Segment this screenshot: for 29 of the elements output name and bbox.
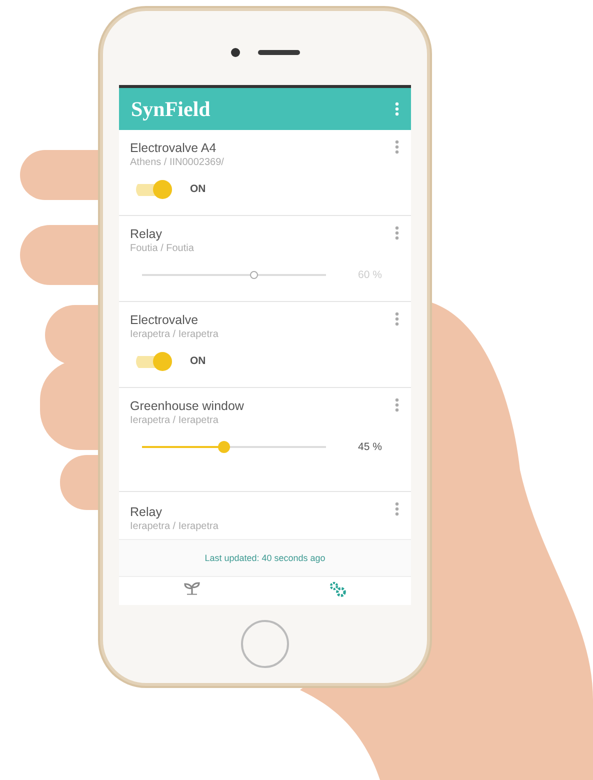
device-name: Relay — [130, 227, 163, 241]
camera-icon — [230, 48, 240, 56]
device-location: Ierapetra / Ierapetra — [130, 521, 220, 532]
switch-state: ON — [190, 183, 206, 195]
more-icon[interactable] — [395, 502, 399, 516]
device-location: Ierapetra / Ierapetra — [130, 329, 220, 340]
device-name: Electrovalve — [130, 313, 200, 327]
home-button[interactable] — [241, 620, 289, 668]
settings-icon[interactable] — [328, 581, 346, 597]
toggle-switch[interactable] — [136, 352, 172, 370]
device-location: Athens / IIN0002369/ — [130, 157, 225, 168]
more-icon[interactable] — [395, 312, 399, 326]
device-name: Relay — [130, 505, 163, 519]
more-icon[interactable] — [395, 140, 399, 154]
plant-icon[interactable] — [184, 581, 200, 595]
more-icon[interactable] — [395, 226, 399, 240]
device-name: Electrovalve A4 — [130, 141, 218, 155]
device-name: Greenhouse window — [130, 399, 245, 413]
speaker-grille — [258, 50, 300, 54]
more-icon[interactable] — [395, 398, 399, 412]
switch-state: ON — [190, 355, 206, 367]
app-logo: SynField — [131, 96, 210, 122]
slider-thumb[interactable] — [218, 441, 230, 453]
last-updated-text: Last updated: 40 seconds ago — [119, 539, 411, 576]
toggle-switch[interactable] — [136, 180, 172, 198]
slider-reading: 45 % — [358, 441, 382, 453]
device-location: Foutia / Foutia — [130, 243, 195, 254]
device-location: Ierapetra / Ierapetra — [130, 415, 220, 426]
more-icon[interactable] — [395, 102, 399, 116]
